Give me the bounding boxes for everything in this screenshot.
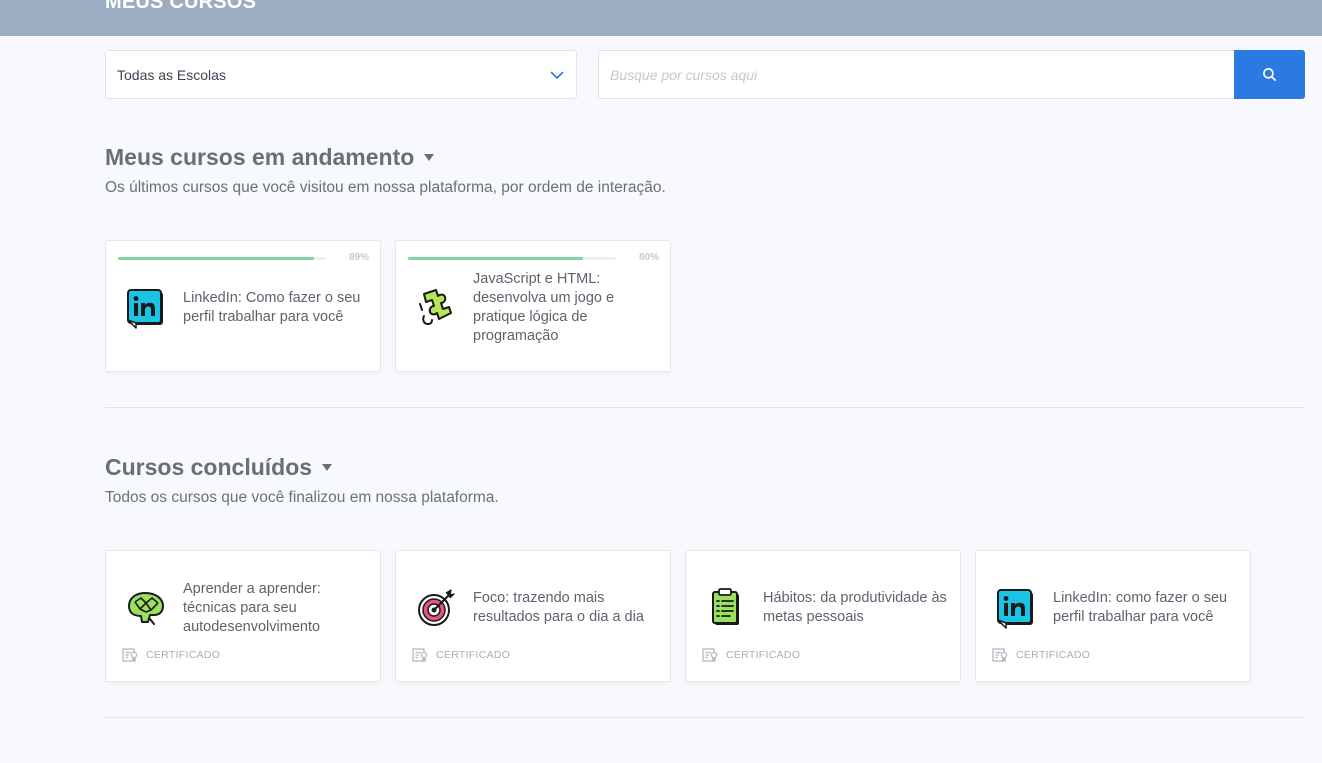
progress-bar-fill	[118, 257, 314, 260]
progress-percent: 89%	[348, 252, 369, 263]
course-title: LinkedIn: como fazer o seu perfil trabal…	[1053, 590, 1228, 625]
puzzle-piece-icon	[419, 289, 452, 326]
course-card-in-progress[interactable]: 89% LinkedIn: Como fazer o seu perfil tr…	[105, 240, 381, 372]
course-card-in-progress[interactable]: 80% JavaScript e HTML: desenvolva um jog…	[395, 240, 671, 372]
certificate-icon	[992, 648, 1008, 662]
section-divider	[105, 407, 1305, 408]
certificate-label: CERTIFICADO	[726, 649, 801, 661]
in-progress-section-toggle[interactable]: Meus cursos em andamento	[105, 144, 435, 171]
certificate-icon	[702, 648, 718, 662]
school-select[interactable]: Todas as Escolas	[105, 50, 577, 99]
linkedin-icon	[127, 289, 163, 329]
certificate-link[interactable]: CERTIFICADO	[992, 648, 1090, 662]
completed-section-toggle[interactable]: Cursos concluídos	[105, 454, 333, 481]
course-title: Aprender a aprender: técnicas para seu a…	[183, 581, 321, 635]
progress-percent: 80%	[638, 252, 659, 263]
search-button[interactable]	[1234, 50, 1305, 99]
course-card-completed[interactable]: Aprender a aprender: técnicas para seu a…	[105, 550, 381, 682]
certificate-icon	[412, 648, 428, 662]
search-input[interactable]	[598, 50, 1235, 99]
certificate-label: CERTIFICADO	[436, 649, 511, 661]
chevron-down-icon	[550, 71, 564, 79]
course-title: Hábitos: da produtividade às metas pesso…	[763, 590, 947, 625]
progress-bar-fill	[408, 257, 583, 260]
certificate-label: CERTIFICADO	[1016, 649, 1091, 661]
page-title: MEUS CURSOS	[105, 0, 257, 13]
course-card-completed[interactable]: Hábitos: da produtividade às metas pesso…	[685, 550, 961, 682]
course-title: Foco: trazendo mais resultados para o di…	[473, 590, 644, 625]
caret-down-icon	[322, 464, 333, 471]
progress-bar	[118, 257, 326, 260]
course-title: JavaScript e HTML: desenvolva um jogo e …	[473, 271, 615, 344]
progress-bar	[408, 257, 616, 260]
in-progress-description: Os últimos cursos que você visitou em no…	[105, 179, 666, 196]
certificate-label: CERTIFICADO	[146, 649, 221, 661]
completed-description: Todos os cursos que você finalizou em no…	[105, 489, 499, 506]
clipboard-icon	[712, 588, 739, 625]
course-card-completed[interactable]: Foco: trazendo mais resultados para o di…	[395, 550, 671, 682]
brain-icon	[128, 592, 164, 625]
certificate-link[interactable]: CERTIFICADO	[122, 648, 220, 662]
certificate-link[interactable]: CERTIFICADO	[412, 648, 510, 662]
section-divider	[105, 717, 1305, 718]
linkedin-icon	[997, 589, 1033, 629]
in-progress-title: Meus cursos em andamento	[105, 144, 415, 170]
certificate-link[interactable]: CERTIFICADO	[702, 648, 800, 662]
top-bar: MEUS CURSOS	[0, 0, 1322, 36]
course-title: LinkedIn: Como fazer o seu perfil trabal…	[183, 290, 361, 325]
certificate-icon	[122, 648, 138, 662]
search-icon	[1263, 68, 1276, 81]
course-card-completed[interactable]: LinkedIn: como fazer o seu perfil trabal…	[975, 550, 1251, 682]
school-select-value: Todas as Escolas	[117, 66, 226, 83]
target-icon	[418, 589, 455, 626]
completed-title: Cursos concluídos	[105, 454, 313, 480]
caret-down-icon	[424, 154, 435, 161]
